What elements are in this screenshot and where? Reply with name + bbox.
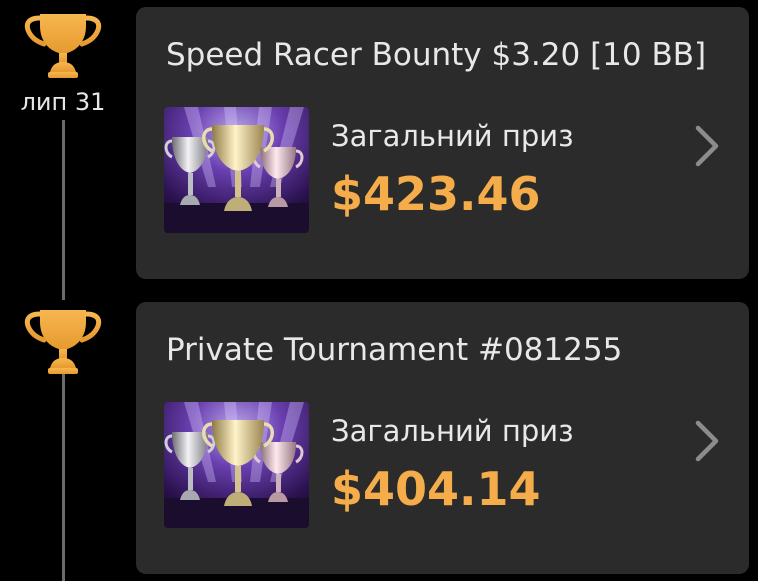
- trophy-icon: [24, 306, 102, 376]
- trophies-thumbnail: [164, 402, 309, 528]
- prize-pool-label: Загальний приз: [331, 414, 574, 448]
- tournament-title: Speed Racer Bounty $3.20 [10 BB]: [166, 37, 707, 73]
- tournament-card[interactable]: Private Tournament #081255 Загальний при…: [136, 302, 749, 574]
- prize-pool-amount: $423.46: [331, 167, 541, 221]
- chevron-right-icon[interactable]: [693, 419, 721, 463]
- timeline-date: лип 31: [20, 88, 106, 116]
- timeline-line-top: [62, 120, 65, 300]
- prize-pool-amount: $404.14: [331, 462, 541, 516]
- trophy-icon: [24, 10, 102, 80]
- tournament-card[interactable]: Speed Racer Bounty $3.20 [10 BB] Загальн…: [136, 7, 749, 279]
- chevron-right-icon[interactable]: [693, 124, 721, 168]
- trophies-thumbnail: [164, 107, 309, 233]
- prize-pool-label: Загальний приз: [331, 119, 574, 153]
- timeline-line-bottom: [62, 372, 65, 581]
- tournament-title: Private Tournament #081255: [166, 332, 623, 368]
